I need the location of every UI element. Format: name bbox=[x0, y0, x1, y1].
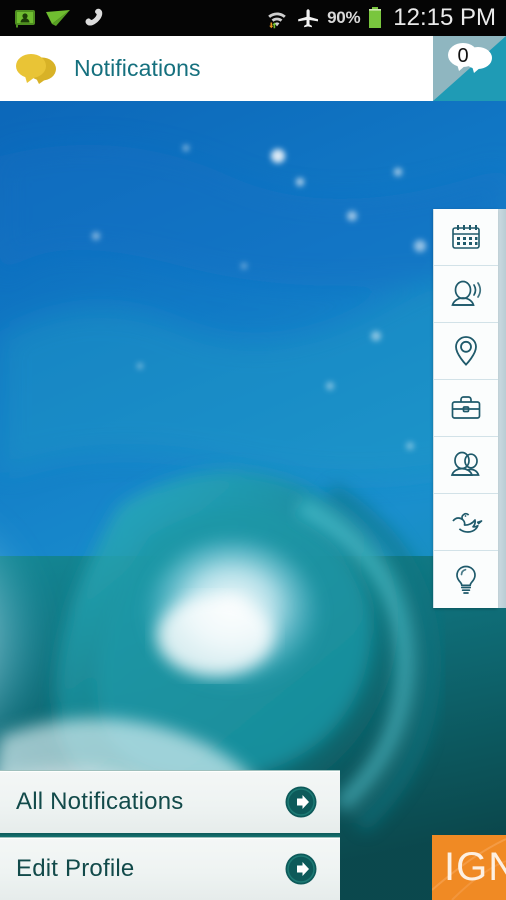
arrow-right-icon[interactable] bbox=[284, 785, 318, 819]
badge-count: 0 bbox=[457, 45, 468, 67]
contact-card-icon bbox=[15, 10, 35, 28]
people-group-icon bbox=[450, 451, 480, 476]
profile-speaking-icon bbox=[451, 280, 482, 306]
location-pin-icon bbox=[455, 336, 477, 366]
status-badge[interactable]: 0 0 bbox=[433, 36, 506, 101]
status-bar-left-icons bbox=[0, 7, 104, 29]
status-bar: 90% 12:15 PM bbox=[0, 0, 506, 36]
phone-screen: 90% 12:15 PM Notifications 0 All Notific… bbox=[0, 0, 506, 900]
page-title: Notifications bbox=[74, 55, 201, 81]
paper-plane-icon bbox=[46, 10, 70, 26]
rail-item-briefcase[interactable] bbox=[434, 380, 498, 437]
phone-handset-icon bbox=[85, 8, 103, 26]
rail-item-profile[interactable] bbox=[434, 266, 498, 323]
wifi-icon bbox=[268, 12, 286, 29]
menu-item-label: Edit Profile bbox=[16, 855, 135, 882]
calendar-icon bbox=[452, 225, 480, 249]
lightbulb-icon bbox=[456, 565, 476, 594]
rail-item-lightbulb[interactable] bbox=[434, 551, 498, 608]
bird-icon bbox=[452, 512, 483, 533]
battery-icon bbox=[369, 7, 382, 28]
bottom-menu: All Notifications Edit Profile bbox=[0, 770, 340, 900]
rail-item-people[interactable] bbox=[434, 437, 498, 494]
status-bar-right-icons: 90% 12:15 PM bbox=[265, 4, 506, 32]
icon-rail bbox=[433, 209, 498, 608]
battery-percent-label: 90% bbox=[327, 8, 361, 27]
briefcase-icon bbox=[451, 396, 481, 419]
rail-item-location[interactable] bbox=[434, 323, 498, 380]
speech-bubbles-icon bbox=[16, 53, 56, 84]
menu-item-all-notifications[interactable]: All Notifications bbox=[0, 770, 340, 833]
menu-item-edit-profile[interactable]: Edit Profile bbox=[0, 837, 340, 900]
ign-panel[interactable]: IGN bbox=[432, 835, 506, 900]
ign-label: IGN bbox=[444, 845, 506, 889]
arrow-right-icon[interactable] bbox=[284, 852, 318, 886]
rail-edge-strip bbox=[497, 209, 506, 608]
notifications-header[interactable]: Notifications bbox=[0, 36, 433, 101]
menu-item-label: All Notifications bbox=[16, 788, 184, 815]
rail-item-bird[interactable] bbox=[434, 494, 498, 551]
clock-label: 12:15 PM bbox=[393, 4, 496, 31]
airplane-mode-icon bbox=[298, 9, 319, 28]
rail-item-calendar[interactable] bbox=[434, 209, 498, 266]
